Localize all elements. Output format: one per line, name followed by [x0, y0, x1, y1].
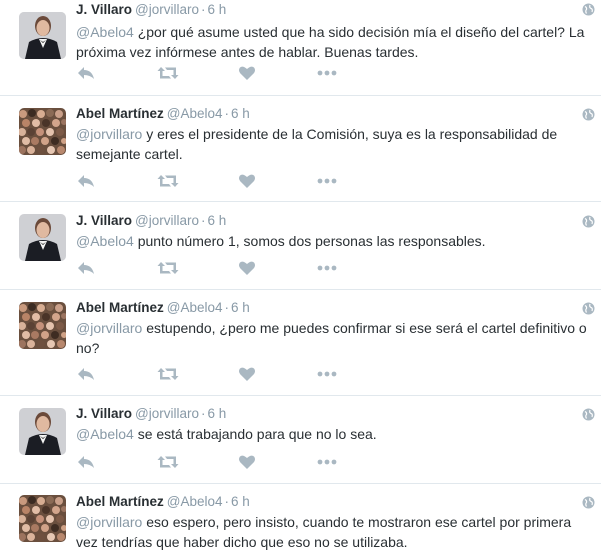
- separator-dot: ·: [201, 2, 206, 17]
- separator-dot: ·: [224, 106, 230, 121]
- retweet-icon[interactable]: [157, 453, 181, 471]
- tweet-text: @Abelo4 punto número 1, somos dos person…: [76, 231, 596, 251]
- avatar-image: [19, 495, 66, 542]
- tweet-text: @jorvillaro y eres el presidente de la C…: [76, 124, 596, 164]
- avatar[interactable]: [19, 302, 66, 349]
- tweet[interactable]: Abel Martínez @Abelo4 · 6 h @jorvillaro y e…: [0, 96, 601, 202]
- tweet-mention[interactable]: @Abelo4: [76, 426, 134, 442]
- tweet-timestamp[interactable]: 6 h: [208, 213, 227, 228]
- globe-icon: [582, 408, 595, 426]
- tweet-fullname[interactable]: J. Villaro: [76, 2, 132, 17]
- separator-dot: ·: [224, 300, 230, 315]
- avatar-image: [19, 12, 66, 59]
- heart-icon[interactable]: [238, 259, 262, 277]
- reply-icon[interactable]: [76, 172, 100, 190]
- tweet-timestamp[interactable]: 6 h: [231, 106, 250, 121]
- globe-icon: [582, 496, 595, 514]
- tweet-body: estupendo, ¿pero me puedes confirmar si …: [76, 320, 587, 356]
- reply-icon[interactable]: [76, 64, 100, 82]
- tweet-mention[interactable]: @jorvillaro: [76, 126, 142, 142]
- avatar[interactable]: [19, 214, 66, 261]
- tweet-username[interactable]: @jorvillaro: [135, 213, 199, 228]
- avatar-image: [19, 302, 66, 349]
- avatar-image: [19, 108, 66, 155]
- tweet-header: Abel Martínez @Abelo4 · 6 h: [76, 300, 250, 316]
- tweet-username[interactable]: @Abelo4: [167, 494, 223, 509]
- globe-icon: [582, 3, 595, 21]
- retweet-icon[interactable]: [157, 64, 181, 82]
- tweet-body: ¿por qué asume usted que ha sido decisió…: [76, 24, 585, 60]
- more-icon[interactable]: [316, 172, 340, 190]
- reply-icon[interactable]: [76, 453, 100, 471]
- tweet-fullname[interactable]: Abel Martínez: [76, 106, 164, 121]
- tweet-timestamp[interactable]: 6 h: [208, 2, 227, 17]
- tweet[interactable]: J. Villaro @jorvillaro · 6 h @Abelo4 se est…: [0, 396, 601, 484]
- reply-icon[interactable]: [76, 365, 100, 383]
- tweet[interactable]: J. Villaro @jorvillaro · 6 h @Abelo4 punto …: [0, 202, 601, 290]
- tweet-body: se está trabajando para que no lo sea.: [133, 426, 377, 442]
- tweet-text: @jorvillaro estupendo, ¿pero me puedes c…: [76, 318, 596, 358]
- tweet-text: @Abelo4 ¿por qué asume usted que ha sido…: [76, 22, 596, 62]
- tweet-username[interactable]: @Abelo4: [167, 300, 223, 315]
- tweet-mention[interactable]: @Abelo4: [76, 233, 134, 249]
- separator-dot: ·: [224, 494, 230, 509]
- tweet-fullname[interactable]: J. Villaro: [76, 213, 132, 228]
- avatar[interactable]: [19, 12, 66, 59]
- tweet-header: J. Villaro @jorvillaro · 6 h: [76, 2, 226, 18]
- separator-dot: ·: [201, 213, 206, 228]
- retweet-icon[interactable]: [157, 365, 181, 383]
- heart-icon[interactable]: [238, 365, 262, 383]
- tweet-username[interactable]: @Abelo4: [167, 106, 223, 121]
- globe-icon: [582, 302, 595, 320]
- tweet[interactable]: Abel Martínez @Abelo4 · 6 h @jorvillaro eso…: [0, 484, 601, 551]
- tweet-text: @Abelo4 se está trabajando para que no l…: [76, 424, 596, 444]
- tweet[interactable]: J. Villaro @jorvillaro · 6 h @Abelo4 ¿por q…: [0, 0, 601, 96]
- tweet-username[interactable]: @jorvillaro: [135, 406, 199, 421]
- more-icon[interactable]: [316, 64, 340, 82]
- more-icon[interactable]: [316, 453, 340, 471]
- tweet-fullname[interactable]: J. Villaro: [76, 406, 132, 421]
- tweet-fullname[interactable]: Abel Martínez: [76, 300, 164, 315]
- heart-icon[interactable]: [238, 172, 262, 190]
- tweet-timestamp[interactable]: 6 h: [208, 406, 227, 421]
- tweet-mention[interactable]: @jorvillaro: [76, 514, 142, 530]
- avatar[interactable]: [19, 495, 66, 542]
- globe-icon: [582, 108, 595, 126]
- tweet-mention[interactable]: @jorvillaro: [76, 320, 142, 336]
- avatar-image: [19, 214, 66, 261]
- avatar[interactable]: [19, 108, 66, 155]
- tweet-header: Abel Martínez @Abelo4 · 6 h: [76, 494, 250, 510]
- tweet-body: punto número 1, somos dos personas las r…: [133, 233, 486, 249]
- retweet-icon[interactable]: [157, 259, 181, 277]
- separator-dot: ·: [201, 406, 206, 421]
- tweet-body: y eres el presidente de la Comisión, suy…: [76, 126, 558, 162]
- tweet-mention[interactable]: @Abelo4: [76, 24, 134, 40]
- tweet-timeline: J. Villaro @jorvillaro · 6 h @Abelo4 ¿por q…: [0, 0, 601, 551]
- more-icon[interactable]: [316, 259, 340, 277]
- tweet-header: Abel Martínez @Abelo4 · 6 h: [76, 106, 250, 122]
- tweet-fullname[interactable]: Abel Martínez: [76, 494, 164, 509]
- avatar[interactable]: [19, 408, 66, 455]
- globe-icon: [582, 215, 595, 233]
- more-icon[interactable]: [316, 365, 340, 383]
- tweet[interactable]: Abel Martínez @Abelo4 · 6 h @jorvillaro est…: [0, 290, 601, 396]
- tweet-header: J. Villaro @jorvillaro · 6 h: [76, 213, 226, 229]
- reply-icon[interactable]: [76, 259, 100, 277]
- heart-icon[interactable]: [238, 453, 262, 471]
- tweet-timestamp[interactable]: 6 h: [231, 300, 250, 315]
- tweet-username[interactable]: @jorvillaro: [135, 2, 199, 17]
- tweet-header: J. Villaro @jorvillaro · 6 h: [76, 406, 226, 422]
- tweet-text: @jorvillaro eso espero, pero insisto, cu…: [76, 512, 596, 552]
- retweet-icon[interactable]: [157, 172, 181, 190]
- tweet-body: eso espero, pero insisto, cuando te most…: [76, 514, 572, 550]
- heart-icon[interactable]: [238, 64, 262, 82]
- avatar-image: [19, 408, 66, 455]
- tweet-timestamp[interactable]: 6 h: [231, 494, 250, 509]
